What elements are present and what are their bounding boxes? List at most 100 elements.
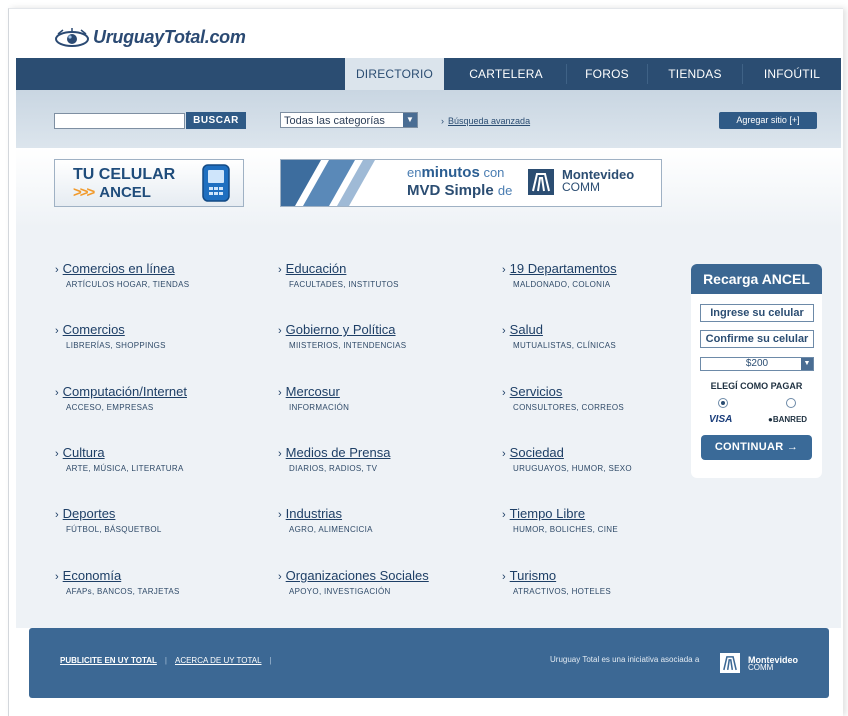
category-link[interactable]: › Sociedad (502, 445, 712, 460)
continue-button[interactable]: CONTINUAR → (701, 435, 812, 460)
category-item[interactable]: › Salud MUTUALISTAS, CLÍNICAS (502, 322, 712, 350)
add-site-button[interactable]: Agregar sitio [+] (719, 112, 817, 129)
phone-input[interactable]: Ingrese su celular (700, 304, 814, 322)
category-link[interactable]: › Mercosur (278, 384, 488, 399)
category-title: Educación (285, 261, 347, 276)
advertise-link[interactable]: PUBLICITE EN UY TOTAL (60, 656, 157, 665)
mvd-banner[interactable]: enminutos con MVD Simple de Montevideo CO… (280, 159, 662, 207)
category-link[interactable]: › Tiempo Libre (502, 506, 712, 521)
nav-cartelera[interactable]: CARTELERA (446, 58, 566, 90)
ancel-banner-line2: >>> ANCEL (73, 184, 151, 201)
ancel-banner[interactable]: TU CELULAR >>> ANCEL (54, 159, 244, 207)
mvd-banner-line2: MVD Simple de (407, 182, 512, 199)
mvd-by: de (497, 183, 513, 198)
category-link[interactable]: › Salud (502, 322, 712, 337)
mvd-product: MVD Simple (407, 182, 494, 199)
advanced-search-label: Búsqueda avanzada (448, 116, 531, 126)
category-title: Economía (62, 568, 122, 583)
nav-foros[interactable]: FOROS (567, 58, 647, 90)
category-subtitle: FÚTBOL, BÁSQUETBOL (66, 525, 162, 534)
category-link[interactable]: › Gobierno y Política (278, 322, 488, 337)
category-subtitle: MALDONADO, COLONIA (513, 280, 611, 289)
category-title: Tiempo Libre (509, 506, 586, 521)
chevron-right-icon: › (502, 509, 506, 521)
mvd-banner-line1: enminutos con (407, 164, 504, 181)
category-link[interactable]: › 19 Departamentos (502, 261, 712, 276)
category-item[interactable]: › Economía AFAPs, BANCOS, TARJETAS (55, 568, 265, 596)
category-subtitle: APOYO, INVESTIGACIÓN (289, 587, 391, 596)
advanced-search-link[interactable]: › Búsqueda avanzada (441, 116, 530, 126)
category-link[interactable]: › Educación (278, 261, 488, 276)
category-item[interactable]: › Cultura ARTE, MÚSICA, LITERATURA (55, 445, 265, 473)
chevron-right-icon: › (278, 448, 282, 460)
amount-select[interactable]: $200 ▼ (700, 357, 814, 371)
banred-label: ●BANRED (768, 415, 807, 424)
category-item[interactable]: › Comercios LIBRERÍAS, SHOPPINGS (55, 322, 265, 350)
chevron-right-icon: › (55, 325, 59, 337)
dropdown-arrow-icon[interactable]: ▼ (403, 113, 417, 127)
footer-separator: | (269, 656, 272, 665)
category-title: Cultura (62, 445, 105, 460)
category-item[interactable]: › Organizaciones Sociales APOYO, INVESTIGA… (278, 568, 488, 596)
category-item[interactable]: › Industrias AGRO, ALIMENCICIA (278, 506, 488, 534)
category-link[interactable]: › Comercios (55, 322, 265, 337)
chevron-right-icon: › (502, 264, 506, 276)
footer-brand-sub: COMM (748, 663, 774, 672)
category-link[interactable]: › Medios de Prensa (278, 445, 488, 460)
mvd-prefix: en (407, 165, 422, 180)
category-subtitle: ARTÍCULOS HOGAR, TIENDAS (66, 280, 190, 289)
category-item[interactable]: › Sociedad URUGUAYOS, HUMOR, SEXO (502, 445, 712, 473)
category-item[interactable]: › Comercios en línea ARTÍCULOS HOGAR, TIEN… (55, 261, 265, 289)
chevron-right-icon: › (278, 325, 282, 337)
chevron-right-icon: › (278, 264, 282, 276)
category-item[interactable]: › Mercosur INFORMACIÓN (278, 384, 488, 412)
category-item[interactable]: › Gobierno y Política MIISTERIOS, INTENDEN… (278, 322, 488, 350)
category-link[interactable]: › Industrias (278, 506, 488, 521)
category-subtitle: MIISTERIOS, INTENDENCIAS (289, 341, 407, 350)
category-link[interactable]: › Comercios en línea (55, 261, 265, 276)
category-title: Organizaciones Sociales (285, 568, 429, 583)
category-subtitle: ACCESO, EMPRESAS (66, 403, 154, 412)
category-subtitle: ATRACTIVOS, HOTELES (513, 587, 612, 596)
category-link[interactable]: › Deportes (55, 506, 265, 521)
category-item[interactable]: › Turismo ATRACTIVOS, HOTELES (502, 568, 712, 596)
chevron-right-icon: › (55, 387, 59, 399)
category-item[interactable]: › Medios de Prensa DIARIOS, RADIOS, TV (278, 445, 488, 473)
category-title: Servicios (509, 384, 563, 399)
category-link[interactable]: › Cultura (55, 445, 265, 460)
category-item[interactable]: › Tiempo Libre HUMOR, BOLICHES, CINE (502, 506, 712, 534)
nav-tiendas[interactable]: TIENDAS (648, 58, 742, 90)
confirm-phone-input[interactable]: Confirme su celular (700, 330, 814, 348)
category-subtitle: ARTE, MÚSICA, LITERATURA (66, 464, 184, 473)
category-item[interactable]: › Servicios CONSULTORES, CORREOS (502, 384, 712, 412)
recarga-widget: Recarga ANCEL Ingrese su celular Confirm… (691, 264, 822, 478)
site-logo[interactable]: UruguayTotal.com (55, 27, 246, 48)
dropdown-arrow-icon[interactable]: ▼ (801, 358, 813, 370)
montevideo-comm-logo-icon (528, 169, 554, 195)
category-item[interactable]: › 19 Departamentos MALDONADO, COLONIA (502, 261, 712, 289)
category-item[interactable]: › Computación/Internet ACCESO, EMPRESAS (55, 384, 265, 412)
category-item[interactable]: › Deportes FÚTBOL, BÁSQUETBOL (55, 506, 265, 534)
about-link[interactable]: ACERCA DE UY TOTAL (175, 656, 262, 665)
nav-infoutil[interactable]: INFOÚTIL (743, 58, 841, 90)
visa-label: VISA (709, 414, 733, 425)
banred-radio[interactable] (786, 398, 796, 408)
chevron-right-icon: › (441, 116, 444, 126)
footer-links: PUBLICITE EN UY TOTAL | ACERCA DE UY TOTAL… (60, 656, 280, 665)
category-item[interactable]: › Educación FACULTADES, INSTITUTOS (278, 261, 488, 289)
category-link[interactable]: › Computación/Internet (55, 384, 265, 399)
category-link[interactable]: › Servicios (502, 384, 712, 399)
mvd-highlight: minutos (421, 164, 480, 181)
search-input[interactable] (54, 113, 185, 129)
category-link[interactable]: › Turismo (502, 568, 712, 583)
continue-label: CONTINUAR (714, 441, 784, 453)
nav-directorio[interactable]: DIRECTORIO (345, 58, 444, 91)
category-link[interactable]: › Economía (55, 568, 265, 583)
category-link[interactable]: › Organizaciones Sociales (278, 568, 488, 583)
visa-radio[interactable] (718, 398, 728, 408)
category-subtitle: LIBRERÍAS, SHOPPINGS (66, 341, 166, 350)
footer-tagline: Uruguay Total es una iniciativa asociada… (550, 655, 700, 664)
category-select[interactable]: Todas las categorías ▼ (280, 112, 418, 128)
search-button[interactable]: BUSCAR (186, 112, 246, 129)
stripes-graphic (281, 160, 401, 206)
